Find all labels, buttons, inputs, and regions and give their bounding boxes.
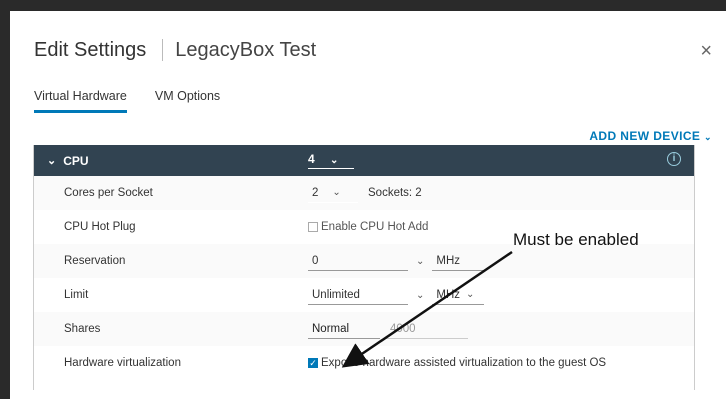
dialog-title-row: Edit Settings LegacyBox Test: [34, 35, 316, 65]
cpu-count-select[interactable]: 4 ⌄: [308, 152, 354, 169]
tab-bar: Virtual Hardware VM Options: [34, 89, 248, 113]
expose-hw-virt-text: Expose hardware assisted virtualization …: [321, 357, 607, 369]
shares-select[interactable]: Normal: [308, 319, 380, 339]
close-icon[interactable]: ×: [700, 41, 712, 61]
cpu-count-value: 4: [308, 152, 315, 166]
cpu-hot-add-option[interactable]: Enable CPU Hot Add: [308, 221, 428, 233]
chevron-down-icon[interactable]: ⌄: [47, 154, 56, 167]
row-cores-per-socket: Cores per Socket 2 ⌄ Sockets: 2: [34, 176, 694, 210]
chevron-down-icon: ⌄: [704, 132, 712, 142]
title-divider: [162, 39, 164, 61]
cores-per-socket-select[interactable]: 2 ⌄: [308, 183, 358, 203]
shares-amount-input[interactable]: 4000: [386, 319, 468, 339]
reservation-input[interactable]: 0: [308, 251, 408, 271]
limit-group: Unlimited ⌄ MHz ⌄: [308, 285, 485, 305]
tab-vm-options[interactable]: VM Options: [155, 89, 220, 113]
tab-virtual-hardware[interactable]: Virtual Hardware: [34, 89, 127, 113]
hardware-virtualization-label: Hardware virtualization: [64, 357, 181, 369]
reservation-value: 0: [312, 254, 319, 267]
row-hardware-virtualization: Hardware virtualization ✓ Expose hardwar…: [34, 346, 694, 380]
reservation-unit-select[interactable]: MHz: [432, 251, 485, 271]
info-icon[interactable]: i: [667, 152, 681, 166]
shares-value: Normal: [312, 322, 350, 335]
shares-label: Shares: [64, 323, 101, 335]
cores-value: 2: [312, 186, 319, 199]
reservation-group: 0 ⌄ MHz: [308, 251, 485, 271]
limit-input[interactable]: Unlimited: [308, 285, 408, 305]
limit-unit-select[interactable]: MHz ⌄: [432, 285, 485, 305]
hardware-panel: ⌄ CPU 4 ⌄ i Cores per Socket 2 ⌄ Sockets…: [33, 145, 695, 390]
cores-value-group: 2 ⌄ Sockets: 2: [308, 183, 422, 203]
limit-unit: MHz: [436, 288, 461, 301]
chevron-down-icon: ⌄: [332, 187, 341, 198]
shares-amount: 4000: [390, 322, 416, 335]
expose-hw-virt-option[interactable]: ✓ Expose hardware assisted virtualizatio…: [308, 357, 606, 369]
cpu-hot-plug-label: CPU Hot Plug: [64, 221, 136, 233]
reservation-unit: MHz: [436, 254, 461, 267]
add-new-device-label: ADD NEW DEVICE: [589, 129, 701, 143]
add-new-device-button[interactable]: ADD NEW DEVICE ⌄: [589, 129, 712, 143]
chevron-down-icon: ⌄: [466, 289, 475, 300]
dialog-title: Edit Settings: [34, 38, 147, 61]
chevron-down-icon[interactable]: ⌄: [416, 256, 424, 267]
chevron-down-icon[interactable]: ⌄: [416, 290, 424, 301]
shares-group: Normal 4000: [308, 319, 468, 339]
cpu-label: CPU: [63, 153, 89, 168]
row-shares: Shares Normal 4000: [34, 312, 694, 346]
annotation-text: Must be enabled: [513, 230, 639, 249]
reservation-label: Reservation: [64, 255, 126, 267]
sockets-count: Sockets: 2: [368, 187, 422, 199]
vm-name: LegacyBox Test: [175, 38, 317, 61]
cores-per-socket-label: Cores per Socket: [64, 187, 153, 199]
limit-label: Limit: [64, 289, 89, 301]
limit-value: Unlimited: [312, 288, 360, 301]
checkbox-checked-icon[interactable]: ✓: [308, 358, 318, 368]
cpu-section-header[interactable]: ⌄ CPU 4 ⌄ i: [34, 145, 694, 176]
chevron-down-icon: ⌄: [330, 155, 339, 166]
cpu-hot-add-text: Enable CPU Hot Add: [321, 221, 429, 233]
checkbox-unchecked-icon[interactable]: [308, 222, 318, 232]
row-limit: Limit Unlimited ⌄ MHz ⌄: [34, 278, 694, 312]
